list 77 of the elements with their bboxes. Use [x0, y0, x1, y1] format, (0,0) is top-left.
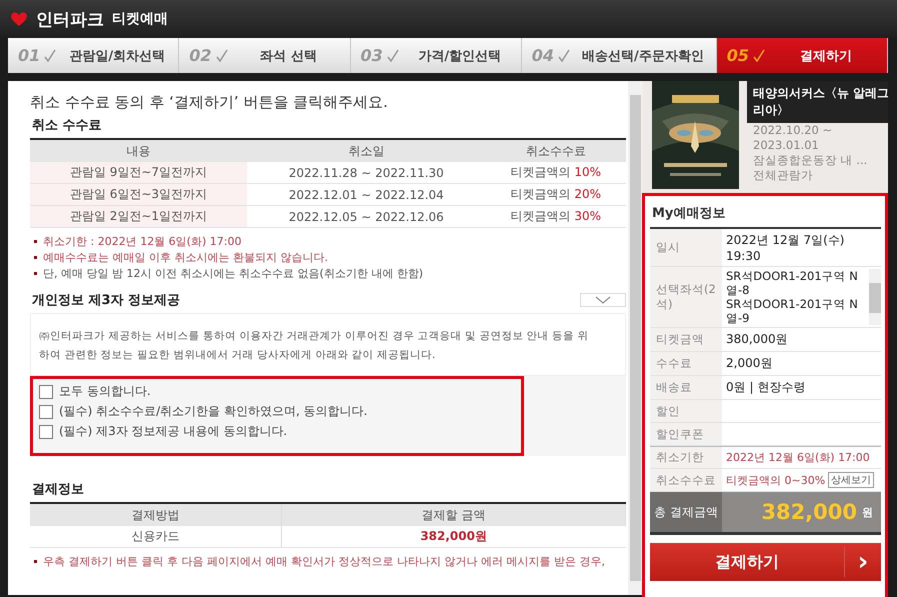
chevron-down-icon	[595, 296, 611, 304]
table-cell: 티켓금액의 20%	[486, 184, 626, 206]
checkbox[interactable]	[39, 424, 53, 438]
heart-icon	[10, 11, 28, 27]
show-detail: 잠실종합운동장 내 ...	[752, 153, 868, 168]
scrollbar[interactable]	[628, 81, 643, 595]
note-text: 예매수수료는 예매일 이후 취소시에는 환불되지 않습니다.	[43, 250, 328, 265]
field-value: 티켓금액의 0~30%	[726, 472, 826, 488]
column-header: 내용	[30, 139, 247, 162]
logo-text[interactable]: 인터파크	[36, 8, 104, 30]
table-cell: 신용카드	[30, 526, 282, 548]
note-text: 단, 예매 당일 밤 12시 이전 취소시에는 취소수수료 없음(취소기한 내에 한함)	[43, 266, 424, 281]
note-text: 우측 결제하기 버튼 클릭 후 다음 페이지에서 예매 확인서가 정상적으로 나타나지 않거나 에러 메시지를 받은 경우,	[43, 554, 605, 569]
section-title: 취소 수수료	[32, 117, 103, 134]
instruction-text: 취소 수수료 동의 후 ‘결제하기’ 버튼을 클릭해주세요.	[30, 93, 389, 112]
table-cell: 382,000원	[281, 526, 626, 548]
field-label: 선택좌석(2석)	[650, 267, 722, 327]
check-mark-icon	[753, 48, 766, 62]
step-tab[interactable]: 01 관람일/회차선택	[8, 38, 180, 73]
step-tab[interactable]: 02 좌석 선택	[179, 38, 350, 73]
expand-button[interactable]	[580, 293, 626, 307]
privacy-text: ㈜인터파크가 제공하는 서비스를 통하여 이용자간 거래관계가 이루어진 경우 고객응대 및 공연정보 안내 등을 위하여 관련한 정보는 필요한 범위내에서 거래 당사자에게 아래와 같이 제공됩니다.	[30, 313, 626, 376]
seat-list: SR석DOOR1-201구역 N열-8 SR석DOOR1-201구역 N열-9	[726, 269, 867, 325]
table-cell: 2022.12.01 ~ 2022.12.04	[247, 184, 486, 206]
checkbox[interactable]	[39, 384, 53, 398]
field-label: 배송료	[650, 376, 722, 399]
field-value: 380,000원	[726, 331, 788, 348]
total-amount: 382,000	[761, 500, 857, 524]
table-cell: 관람일 6일전~3일전까지	[30, 184, 247, 206]
currency-unit: 원	[862, 504, 873, 520]
checkbox[interactable]	[39, 404, 53, 418]
field-label: 취소기한	[650, 447, 722, 468]
table-cell: 관람일 2일전~1일전까지	[30, 206, 247, 228]
bullet-icon	[34, 272, 37, 275]
table-cell: 티켓금액의 30%	[486, 206, 626, 228]
check-mark-icon	[216, 48, 228, 62]
field-value: 2,000원	[726, 355, 772, 372]
field-label: 일시	[650, 229, 722, 266]
field-label: 수수료	[650, 352, 722, 375]
field-label: 취소수수료	[650, 469, 722, 491]
total-label: 총 결제금액	[650, 492, 722, 532]
step-tab[interactable]: 03 가격/할인선택	[350, 38, 522, 73]
field-label: 할인쿠폰	[650, 423, 722, 445]
scrollbar[interactable]	[869, 269, 881, 325]
note-text: 취소기한 : 2022년 12월 6일(화) 17:00	[43, 234, 242, 249]
field-label: 티켓금액	[650, 328, 722, 351]
check-mark-icon	[558, 48, 570, 62]
bullet-icon	[34, 240, 37, 243]
column-header: 결제할 금액	[281, 503, 626, 526]
show-detail: 전체관람가	[752, 168, 814, 183]
step-tab[interactable]: 04 배송선택/주문자확인	[522, 38, 717, 73]
field-value: 2022년 12월 6일(화) 17:00	[726, 450, 870, 465]
show-detail: 2023.01.01	[752, 138, 820, 153]
bullet-icon	[34, 560, 37, 563]
table-cell: 2022.11.28 ~ 2022.11.30	[247, 162, 486, 184]
column-header: 취소일	[247, 139, 486, 162]
check-mark-icon	[44, 48, 56, 62]
checkbox-label[interactable]: 모두 동의합니다.	[59, 383, 151, 400]
show-detail: 2022.10.20 ~	[752, 123, 834, 138]
column-header: 결제방법	[30, 503, 282, 526]
field-value: 2022년 12월 7일(수) 19:30	[726, 232, 846, 263]
details-button[interactable]: 상세보기	[828, 472, 874, 488]
pay-button[interactable]: 결제하기 ›	[650, 543, 881, 581]
field-value: 0원 | 현장수령	[726, 379, 806, 396]
step-tab[interactable]: 05 결제하기	[716, 38, 888, 73]
field-label: 할인	[650, 400, 722, 422]
bullet-icon	[34, 256, 37, 259]
header-subtitle: 티켓예매	[112, 10, 168, 28]
column-header: 취소수수료	[486, 139, 626, 162]
table-cell: 티켓금액의 10%	[486, 162, 626, 184]
table-cell: 2022.12.05 ~ 2022.12.06	[247, 206, 486, 228]
section-title: 결제정보	[32, 481, 85, 498]
checkbox-label[interactable]: (필수) 제3자 정보제공 내용에 동의합니다.	[59, 423, 288, 440]
checkbox-label[interactable]: (필수) 취소수수료/취소기한을 확인하였으며, 동의합니다.	[59, 403, 368, 420]
table-cell: 관람일 9일전~7일전까지	[30, 162, 247, 184]
section-title: 개인정보 제3자 정보제공	[32, 292, 180, 309]
check-mark-icon	[386, 48, 399, 62]
